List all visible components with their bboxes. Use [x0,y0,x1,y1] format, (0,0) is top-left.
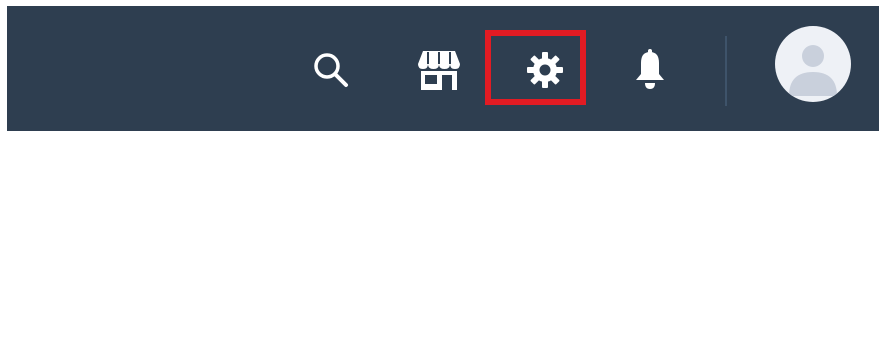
bell-icon [636,49,664,89]
store-button[interactable] [411,42,467,98]
gear-icon [527,52,563,88]
user-avatar-button[interactable] [775,26,851,102]
store-icon [418,51,460,90]
settings-button[interactable] [517,42,573,98]
search-icon [314,53,348,87]
user-avatar-icon [789,45,837,96]
notifications-button[interactable] [622,42,678,98]
search-button[interactable] [303,42,359,98]
header-divider [725,36,727,106]
top-navigation-bar [7,6,879,131]
